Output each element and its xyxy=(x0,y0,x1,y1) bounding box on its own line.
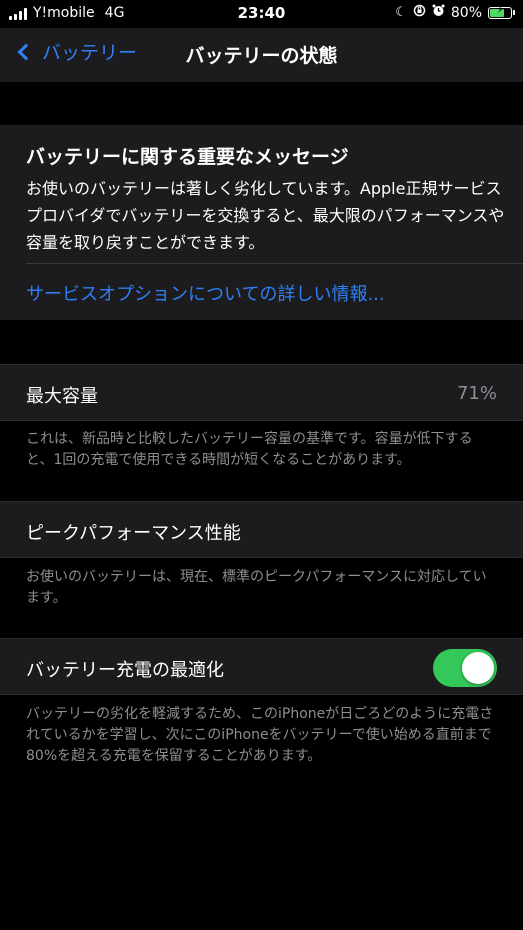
message-title: バッテリーに関する重要なメッセージ xyxy=(26,146,349,168)
peak-performance-footnote: お使いのバッテリーは、現在、標準のピークパフォーマンスに対応しています。 xyxy=(26,569,487,606)
navigation-bar: バッテリー バッテリーの状態 xyxy=(0,28,523,82)
optimized-charging-row: バッテリー充電の最適化 xyxy=(0,638,523,695)
alarm-icon xyxy=(432,4,445,21)
optimized-charging-footnote: バッテリーの劣化を軽減するため、このiPhoneが日ごろどのように充電されている… xyxy=(26,706,494,764)
battery-charging-icon: ⚡ xyxy=(488,5,515,19)
max-capacity-label: 最大容量 xyxy=(26,386,98,407)
optimized-charging-label: バッテリー充電の最適化 xyxy=(26,660,224,681)
max-capacity-footnote: これは、新品時と比較したバッテリー容量の基準です。容量が低下すると、1回の充電で… xyxy=(26,431,473,468)
service-options-link[interactable]: サービスオプションについての詳しい情報... xyxy=(26,280,385,306)
battery-percent: 80% xyxy=(450,4,482,21)
toggle-knob[interactable] xyxy=(462,652,494,684)
optimized-charging-toggle[interactable] xyxy=(433,649,497,687)
max-capacity-value: 71% xyxy=(456,383,497,404)
page-title: バッテリーの状態 xyxy=(185,45,338,67)
max-capacity-row: 最大容量 71% xyxy=(0,364,523,421)
peak-performance-row: ピークパフォーマンス性能 xyxy=(0,501,523,558)
orientation-lock-icon xyxy=(413,4,426,21)
message-body: お使いのバッテリーは著しく劣化しています。Apple正規サービスプロバイダでバッ… xyxy=(26,179,505,252)
status-bar: Y!mobile 4G 23:40 ☾ 80% ⚡ xyxy=(0,0,523,28)
peak-performance-label: ピークパフォーマンス性能 xyxy=(26,523,241,544)
divider xyxy=(26,263,523,264)
moon-icon: ☾ xyxy=(395,5,407,20)
status-right: ☾ 80% ⚡ xyxy=(395,4,515,21)
